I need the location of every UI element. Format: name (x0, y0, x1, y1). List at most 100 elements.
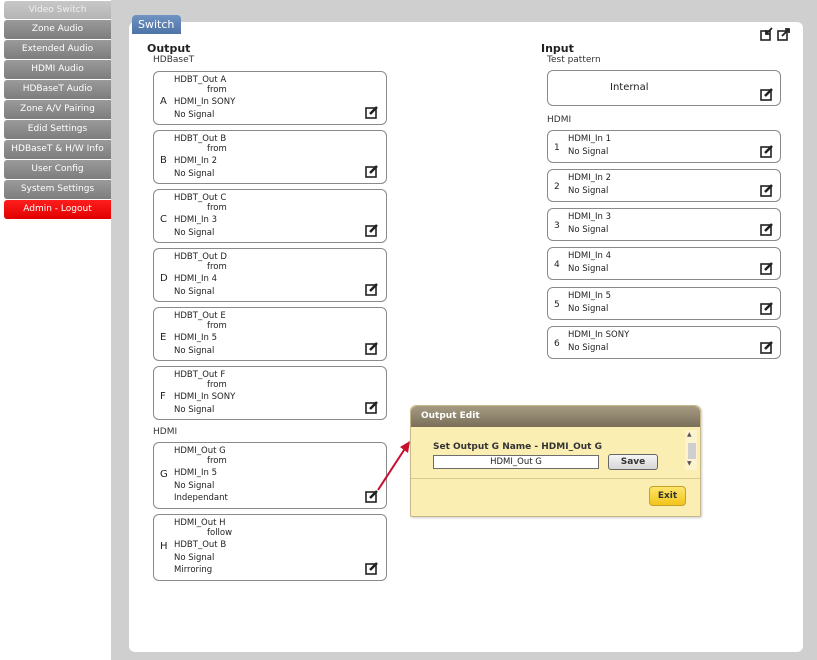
dialog-label: Set Output G Name - HDMI_Out G (433, 442, 602, 452)
output-relation: from (207, 321, 227, 331)
panel-toolbar (760, 26, 791, 41)
nav-extended-audio[interactable]: Extended Audio (4, 40, 111, 59)
input-card-4[interactable]: 4 HDMI_In 4 No Signal (547, 247, 781, 280)
save-button[interactable]: Save (608, 454, 658, 470)
output-name-input[interactable] (433, 455, 599, 469)
output-source: HDMI_In 5 (174, 333, 218, 343)
edit-icon[interactable] (365, 561, 379, 575)
hdbaset-label: HDBaseT (153, 55, 195, 65)
input-card-2[interactable]: 2 HDMI_In 2 No Signal (547, 169, 781, 202)
output-letter: H (160, 541, 168, 552)
nav-hdbaset-audio[interactable]: HDBaseT Audio (4, 80, 111, 99)
input-card-6[interactable]: 6 HDMI_In SONY No Signal (547, 326, 781, 359)
import-icon[interactable] (760, 26, 774, 41)
nav-zone-audio[interactable]: Zone Audio (4, 20, 111, 39)
output-status: No Signal (174, 110, 215, 120)
scroll-down-icon[interactable]: ▼ (687, 461, 692, 467)
edit-icon[interactable] (365, 341, 379, 355)
output-name: HDBT_Out C (174, 193, 227, 203)
output-card-b[interactable]: B HDBT_Out B from HDMI_In 2 No Signal (153, 130, 387, 184)
input-card-3[interactable]: 3 HDMI_In 3 No Signal (547, 208, 781, 241)
scroll-up-icon[interactable]: ▲ (687, 432, 692, 438)
switch-tab[interactable]: Switch (132, 15, 181, 34)
output-source: HDMI_In 2 (174, 156, 218, 166)
output-relation: from (207, 203, 227, 213)
nav-user-config[interactable]: User Config (4, 160, 111, 179)
input-name: HDMI_In 3 (568, 212, 612, 222)
nav-zone-av-pairing[interactable]: Zone A/V Pairing (4, 100, 111, 119)
output-letter: D (160, 273, 168, 284)
nav-hdmi-audio[interactable]: HDMI Audio (4, 60, 111, 79)
input-number: 4 (554, 260, 560, 270)
output-card-a[interactable]: A HDBT_Out A from HDMI_In SONY No Signal (153, 71, 387, 125)
output-source: HDMI_In SONY (174, 97, 236, 107)
output-letter: A (160, 96, 167, 107)
nav-system-settings[interactable]: System Settings (4, 180, 111, 199)
edit-icon[interactable] (760, 183, 774, 197)
output-relation: follow (207, 528, 233, 538)
nav-video-switch[interactable]: Video Switch (4, 1, 111, 19)
input-heading: Input (541, 42, 574, 55)
output-relation: from (207, 456, 227, 466)
output-hdmi-label: HDMI (153, 427, 178, 437)
output-card-g[interactable]: G HDMI_Out G from HDMI_In 5 No Signal In… (153, 442, 387, 509)
output-card-f[interactable]: F HDBT_Out F from HDMI_In SONY No Signal (153, 366, 387, 420)
edit-icon[interactable] (365, 282, 379, 296)
output-name: HDMI_Out H (174, 518, 226, 528)
output-status: No Signal (174, 287, 215, 297)
output-card-e[interactable]: E HDBT_Out E from HDMI_In 5 No Signal (153, 307, 387, 361)
output-relation: from (207, 144, 227, 154)
scroll-thumb[interactable] (688, 443, 696, 459)
output-relation: from (207, 262, 227, 272)
output-status: No Signal (174, 405, 215, 415)
exit-button[interactable]: Exit (649, 486, 686, 506)
nav-edid-settings[interactable]: Edid Settings (4, 120, 111, 139)
input-name: HDMI_In 4 (568, 251, 612, 261)
edit-icon[interactable] (365, 400, 379, 414)
output-source: HDMI_In 4 (174, 274, 218, 284)
output-heading: Output (147, 42, 191, 55)
output-letter: E (160, 332, 167, 343)
edit-icon[interactable] (760, 301, 774, 315)
output-status: No Signal (174, 553, 215, 563)
output-relation: from (207, 380, 227, 390)
output-source: HDMI_In SONY (174, 392, 236, 402)
edit-icon[interactable] (365, 105, 379, 119)
input-number: 1 (554, 143, 560, 153)
output-name: HDBT_Out B (174, 134, 227, 144)
output-card-d[interactable]: D HDBT_Out D from HDMI_In 4 No Signal (153, 248, 387, 302)
edit-icon[interactable] (760, 87, 774, 101)
edit-icon[interactable] (760, 261, 774, 275)
input-number: 5 (554, 300, 560, 310)
dialog-divider (411, 478, 700, 479)
edit-icon[interactable] (365, 223, 379, 237)
input-card-1[interactable]: 1 HDMI_In 1 No Signal (547, 130, 781, 163)
nav-hdbaset-hw-info[interactable]: HDBaseT & H/W Info (4, 140, 111, 159)
output-status: No Signal (174, 169, 215, 179)
input-number: 2 (554, 182, 560, 192)
edit-icon[interactable] (760, 340, 774, 354)
test-pattern-value: Internal (610, 82, 649, 93)
export-icon[interactable] (777, 26, 791, 41)
output-name: HDBT_Out D (174, 252, 227, 262)
input-name: HDMI_In 5 (568, 291, 612, 301)
dialog-title[interactable]: Output Edit (411, 406, 700, 427)
input-status: No Signal (568, 225, 609, 235)
output-mode: Mirroring (174, 565, 213, 575)
input-card-5[interactable]: 5 HDMI_In 5 No Signal (547, 287, 781, 320)
output-name: HDMI_Out G (174, 446, 226, 456)
edit-icon[interactable] (760, 144, 774, 158)
input-status: No Signal (568, 304, 609, 314)
nav-admin-logout[interactable]: Admin - Logout (4, 200, 111, 219)
output-status: No Signal (174, 228, 215, 238)
output-card-h[interactable]: H HDMI_Out H follow HDBT_Out B No Signal… (153, 514, 387, 581)
input-name: HDMI_In 2 (568, 173, 612, 183)
output-letter: G (160, 469, 168, 480)
input-number: 6 (554, 339, 560, 349)
sidebar-nav: Video Switch Zone Audio Extended Audio H… (0, 0, 111, 220)
edit-icon[interactable] (760, 222, 774, 236)
output-card-c[interactable]: C HDBT_Out C from HDMI_In 3 No Signal (153, 189, 387, 243)
output-status: No Signal (174, 481, 215, 491)
test-pattern-card[interactable]: Internal (547, 70, 781, 106)
edit-icon[interactable] (365, 164, 379, 178)
